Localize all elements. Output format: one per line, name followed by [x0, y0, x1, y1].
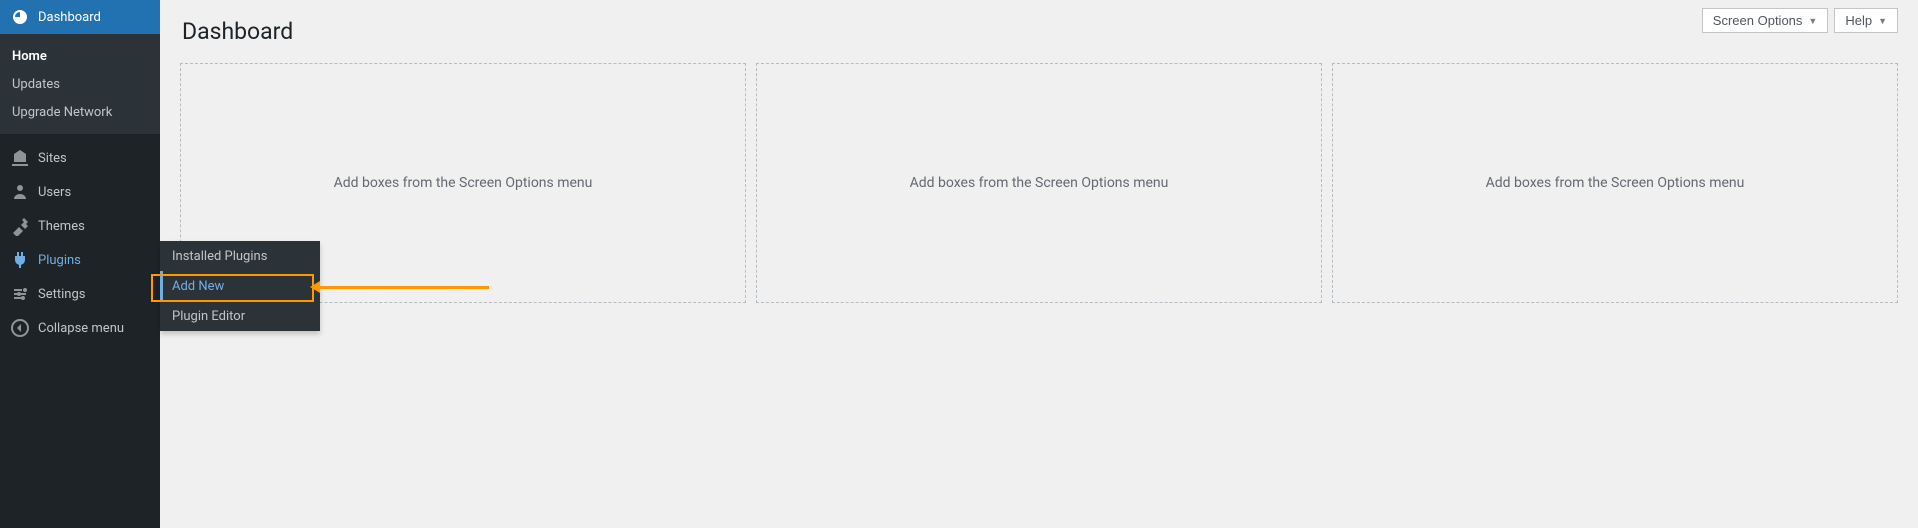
dashboard-icon — [10, 7, 30, 27]
sidebar-item-collapse[interactable]: Collapse menu — [0, 311, 160, 345]
flyout-item-label: Installed Plugins — [172, 249, 267, 264]
collapse-icon — [10, 318, 30, 338]
dashboard-submenu: Home Updates Upgrade Network — [0, 34, 160, 134]
sidebar-item-label: Plugins — [38, 253, 150, 268]
dashboard-boxes: Add boxes from the Screen Options menu A… — [180, 63, 1898, 303]
sidebar-item-users[interactable]: Users — [0, 175, 160, 209]
sidebar-separator — [0, 134, 160, 141]
sidebar-item-settings[interactable]: Settings — [0, 277, 160, 311]
admin-sidebar: Dashboard Home Updates Upgrade Network S… — [0, 0, 160, 528]
flyout-item-label: Add New — [172, 279, 224, 294]
button-label: Screen Options — [1713, 13, 1803, 28]
screen-options-button[interactable]: Screen Options ▼ — [1702, 8, 1829, 33]
chevron-down-icon: ▼ — [1878, 16, 1887, 26]
flyout-item-plugin-editor[interactable]: Plugin Editor — [160, 301, 320, 331]
sidebar-item-label: Sites — [38, 151, 150, 166]
sidebar-item-themes[interactable]: Themes — [0, 209, 160, 243]
chevron-down-icon: ▼ — [1808, 16, 1817, 26]
box-placeholder-text: Add boxes from the Screen Options menu — [910, 175, 1169, 191]
sidebar-item-dashboard[interactable]: Dashboard — [0, 0, 160, 34]
dashboard-box-placeholder: Add boxes from the Screen Options menu — [756, 63, 1322, 303]
sidebar-subitem-label: Home — [12, 49, 47, 64]
sidebar-item-label: Users — [38, 185, 150, 200]
sidebar-subitem-label: Upgrade Network — [12, 105, 112, 120]
sidebar-subitem-label: Updates — [12, 77, 60, 92]
flyout-item-label: Plugin Editor — [172, 309, 245, 324]
flyout-item-installed-plugins[interactable]: Installed Plugins — [160, 241, 320, 271]
sites-icon — [10, 148, 30, 168]
page-title: Dashboard — [180, 0, 1898, 63]
box-placeholder-text: Add boxes from the Screen Options menu — [1486, 175, 1745, 191]
top-buttons: Screen Options ▼ Help ▼ — [1702, 8, 1898, 33]
sidebar-subitem-updates[interactable]: Updates — [0, 70, 160, 98]
plugins-icon — [10, 250, 30, 270]
sidebar-item-label: Collapse menu — [38, 321, 150, 336]
sidebar-subitem-upgrade-network[interactable]: Upgrade Network — [0, 98, 160, 126]
users-icon — [10, 182, 30, 202]
flyout-item-add-new[interactable]: Add New — [160, 271, 320, 301]
sidebar-item-sites[interactable]: Sites — [0, 141, 160, 175]
sidebar-item-label: Themes — [38, 219, 150, 234]
main-content: Screen Options ▼ Help ▼ Dashboard Add bo… — [160, 0, 1918, 528]
button-label: Help — [1845, 13, 1872, 28]
box-placeholder-text: Add boxes from the Screen Options menu — [334, 175, 593, 191]
sidebar-item-plugins[interactable]: Plugins — [0, 243, 160, 277]
themes-icon — [10, 216, 30, 236]
sidebar-item-label: Settings — [38, 287, 150, 302]
plugins-flyout: Installed Plugins Add New Plugin Editor — [160, 241, 320, 331]
sidebar-item-label: Dashboard — [38, 10, 150, 25]
settings-icon — [10, 284, 30, 304]
help-button[interactable]: Help ▼ — [1834, 8, 1898, 33]
dashboard-box-placeholder: Add boxes from the Screen Options menu — [1332, 63, 1898, 303]
sidebar-subitem-home[interactable]: Home — [0, 42, 160, 70]
